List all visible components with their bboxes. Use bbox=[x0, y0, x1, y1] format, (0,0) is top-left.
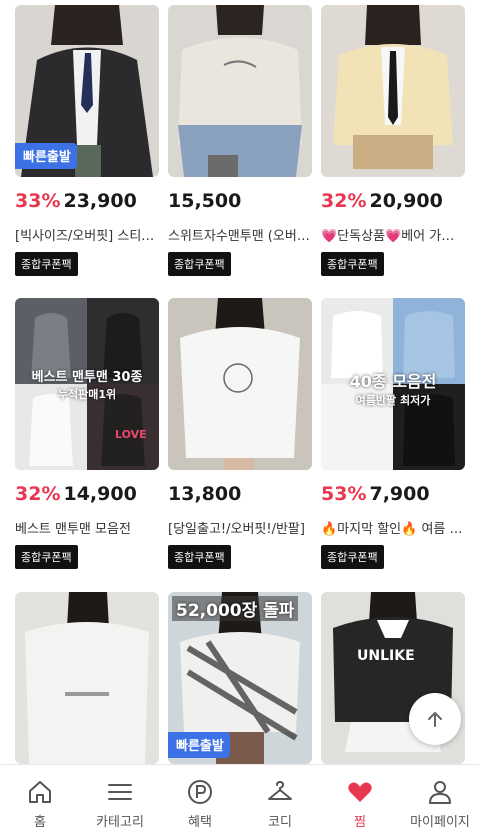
benefit-p-icon bbox=[185, 777, 215, 807]
price: 14,900 bbox=[63, 483, 137, 505]
product-image[interactable]: 빠른출발 bbox=[15, 5, 159, 177]
hanger-icon bbox=[265, 777, 295, 807]
nav-label: 코디 bbox=[268, 815, 292, 830]
price: 20,900 bbox=[369, 190, 443, 212]
price-row: 53% 7,900 bbox=[321, 483, 430, 505]
thumb-caption: 52,000장 돌파 bbox=[172, 596, 299, 621]
price: 7,900 bbox=[369, 483, 430, 505]
thumb-caption-sub: 누적판매1위 bbox=[57, 388, 117, 401]
menu-icon bbox=[105, 777, 135, 807]
price-row: 33% 23,900 bbox=[15, 190, 137, 212]
product-image[interactable] bbox=[168, 5, 312, 177]
product-title[interactable]: 💗단독상품💗베어 가디건 bbox=[321, 225, 465, 244]
thumb-caption-sub: 여름반팔 최저가 bbox=[355, 394, 431, 407]
thumb-caption: 40종 모음전 bbox=[349, 372, 437, 391]
discount-rate: 32% bbox=[321, 190, 367, 212]
price-row: 32% 20,900 bbox=[321, 190, 443, 212]
price: 15,500 bbox=[168, 190, 242, 212]
fast-shipping-badge: 빠른출발 bbox=[168, 732, 230, 758]
scroll-to-top-button[interactable] bbox=[409, 693, 461, 745]
heart-icon bbox=[345, 777, 375, 807]
coupon-badge: 종합쿠폰팩 bbox=[15, 545, 78, 569]
nav-mypage[interactable]: 마이페이지 bbox=[400, 765, 480, 835]
nav-label: 찜 bbox=[354, 815, 366, 830]
discount-rate: 53% bbox=[321, 483, 367, 505]
price-row: 13,800 bbox=[168, 483, 241, 505]
home-icon bbox=[25, 777, 55, 807]
product-image[interactable]: 40종 모음전 여름반팔 최저가 bbox=[321, 298, 465, 470]
thumb-caption: 베스트 맨투맨 30종 bbox=[31, 370, 143, 385]
product-image[interactable] bbox=[321, 5, 465, 177]
product-image[interactable] bbox=[15, 592, 159, 764]
fast-shipping-badge: 빠른출발 bbox=[15, 143, 77, 169]
price: 23,900 bbox=[63, 190, 137, 212]
nav-label: 홈 bbox=[34, 815, 46, 830]
nav-label: 마이페이지 bbox=[410, 815, 470, 830]
user-icon bbox=[425, 777, 455, 807]
bottom-navigation: 홈 카테고리 혜택 코디 찜 마이페이지 bbox=[0, 764, 480, 835]
product-image[interactable]: LOVE 베스트 맨투맨 30종 누적판매1위 bbox=[15, 298, 159, 470]
coupon-badge: 종합쿠폰팩 bbox=[321, 252, 384, 276]
coupon-badge: 종합쿠폰팩 bbox=[168, 545, 231, 569]
discount-rate: 33% bbox=[15, 190, 61, 212]
nav-home[interactable]: 홈 bbox=[0, 765, 80, 835]
nav-wishlist[interactable]: 찜 bbox=[320, 765, 400, 835]
product-image[interactable]: 52,000장 돌파 빠른출발 bbox=[168, 592, 312, 764]
nav-label: 카테고리 bbox=[96, 815, 144, 830]
coupon-badge: 종합쿠폰팩 bbox=[15, 252, 78, 276]
arrow-up-icon bbox=[428, 712, 442, 727]
nav-category[interactable]: 카테고리 bbox=[80, 765, 160, 835]
product-title[interactable]: 스위트자수맨투맨 (오버핏) bbox=[168, 225, 312, 244]
coupon-badge: 종합쿠폰팩 bbox=[168, 252, 231, 276]
product-title[interactable]: [빅사이즈/오버핏] 스티치 가디건 bbox=[15, 225, 159, 244]
price-row: 32% 14,900 bbox=[15, 483, 137, 505]
nav-benefit[interactable]: 혜택 bbox=[160, 765, 240, 835]
nav-label: 혜택 bbox=[188, 815, 212, 830]
coupon-badge: 종합쿠폰팩 bbox=[321, 545, 384, 569]
product-title[interactable]: 🔥마지막 할인🔥 여름 반팔 bbox=[321, 518, 465, 537]
discount-rate: 32% bbox=[15, 483, 61, 505]
svg-text:LOVE: LOVE bbox=[115, 428, 147, 441]
price-row: 15,500 bbox=[168, 190, 241, 212]
nav-codi[interactable]: 코디 bbox=[240, 765, 320, 835]
product-image[interactable] bbox=[168, 298, 312, 470]
product-title[interactable]: [당일출고!/오버핏!/반팔] bbox=[168, 518, 312, 537]
price: 13,800 bbox=[168, 483, 242, 505]
svg-text:UNLIKE: UNLIKE bbox=[357, 648, 415, 664]
product-title[interactable]: 베스트 맨투맨 모음전 bbox=[15, 518, 159, 537]
